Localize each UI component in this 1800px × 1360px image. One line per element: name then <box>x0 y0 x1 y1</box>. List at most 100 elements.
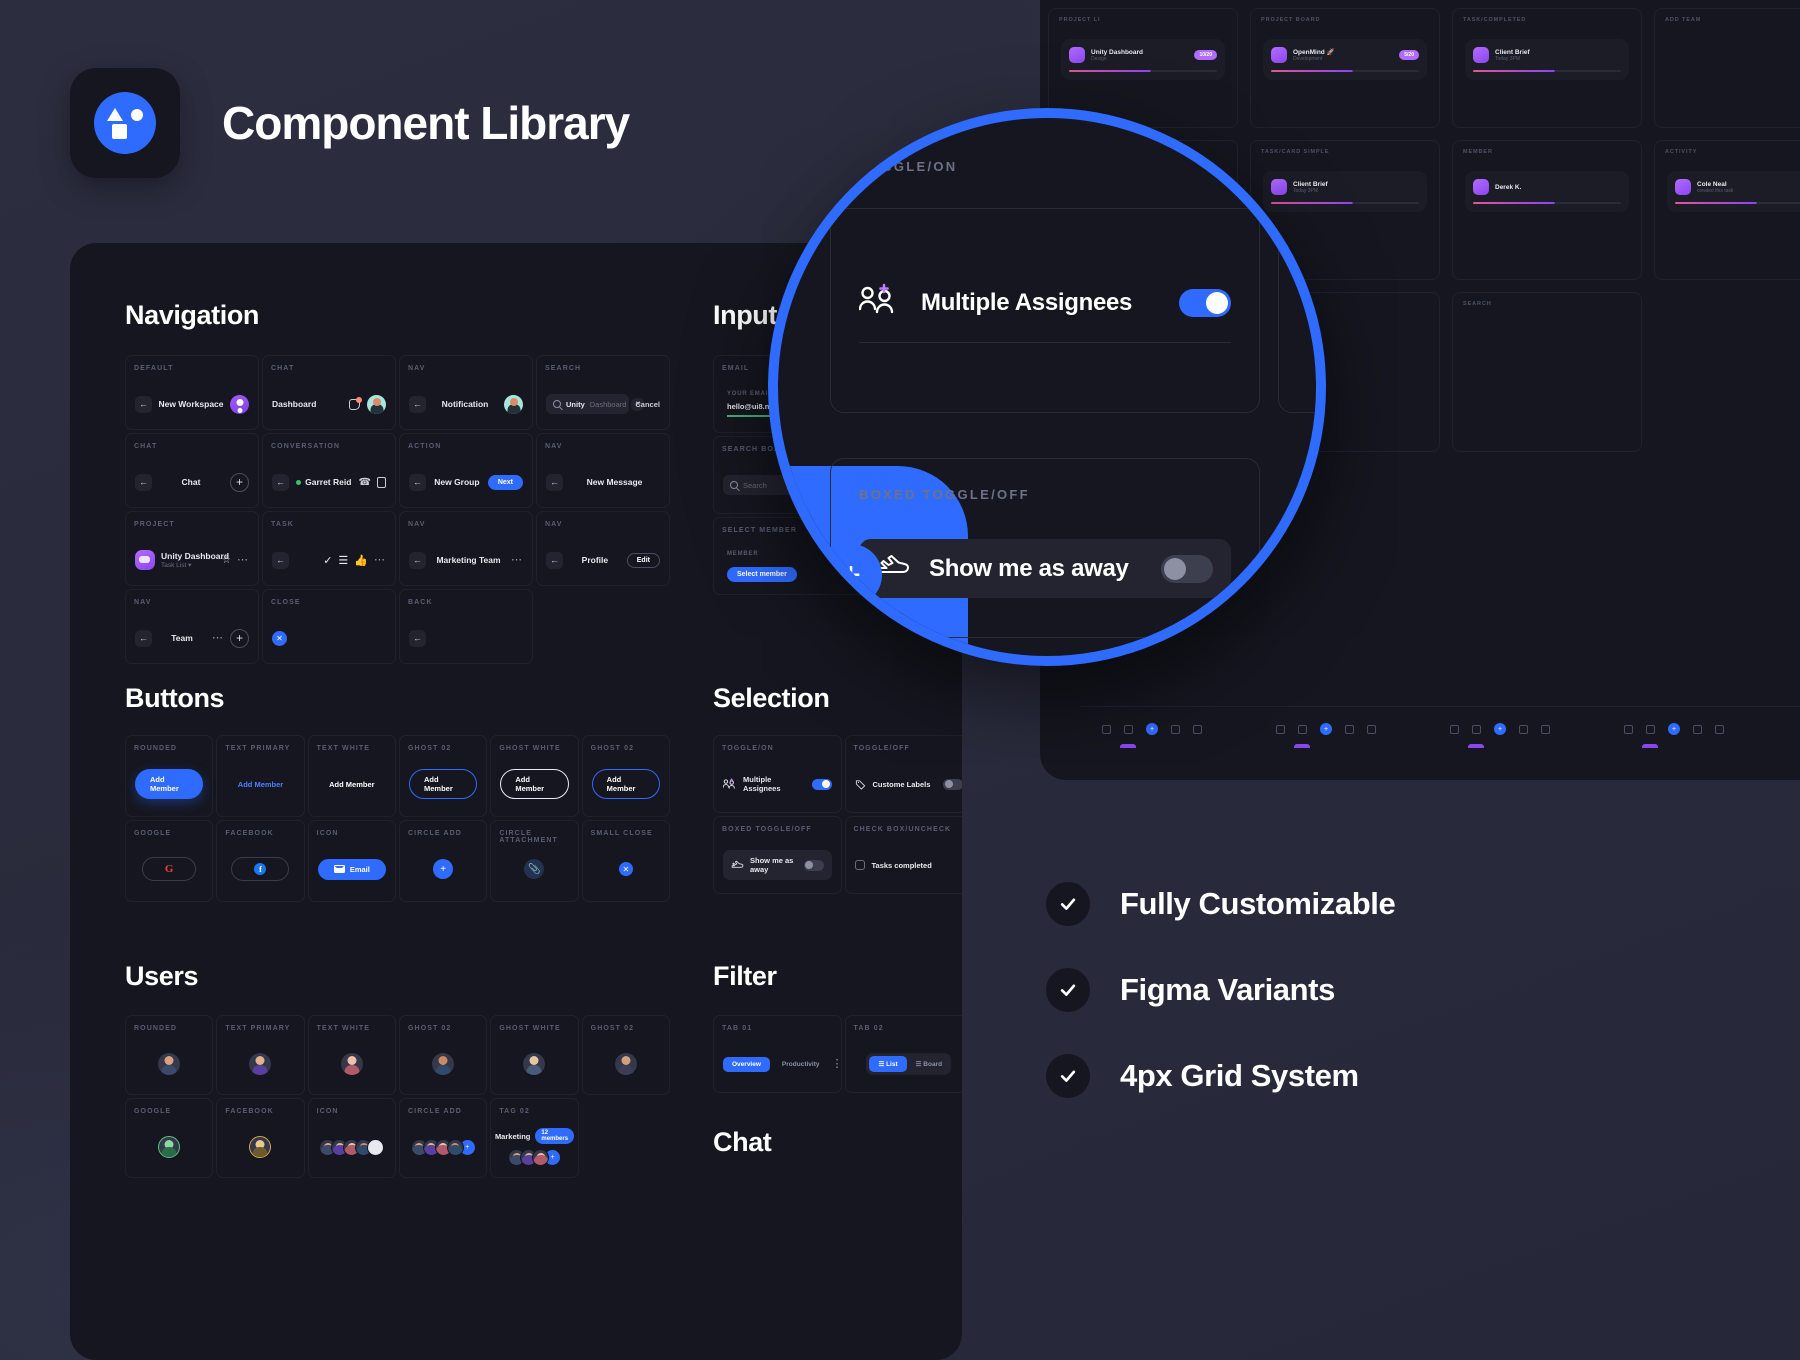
toggle-switch[interactable] <box>812 779 832 790</box>
avatar-stack[interactable]: + <box>411 1139 476 1156</box>
bell-badge-icon[interactable] <box>348 398 361 411</box>
avatar[interactable] <box>447 1139 464 1156</box>
star-add-icon[interactable]: ☆ <box>222 555 231 566</box>
user-card[interactable]: TAG 02 Marketing 12 members + <box>490 1098 578 1178</box>
button-card[interactable]: GHOST WHITE Add Member <box>490 735 578 817</box>
avatar[interactable] <box>615 1053 637 1075</box>
filter-card[interactable]: TAB 02 ☰ List☰ Board <box>845 1015 963 1093</box>
back-arrow-icon[interactable]: ← <box>135 396 152 413</box>
search-input[interactable]: Unity Dashboard ✕ <box>546 394 629 414</box>
nav-icon[interactable] <box>1298 725 1307 734</box>
view-tab[interactable]: ☰ List <box>869 1056 906 1072</box>
add-member-button[interactable]: Add Member <box>238 780 283 789</box>
edit-button[interactable]: Edit <box>627 553 660 568</box>
avatar[interactable] <box>249 1136 271 1158</box>
nav-card[interactable]: DEFAULT ←New Workspace <box>125 355 259 430</box>
button-card[interactable]: CIRCLE ATTACHMENT 📎 <box>490 820 578 902</box>
user-card[interactable]: GHOST 02 <box>582 1015 670 1095</box>
avatar[interactable] <box>532 1149 549 1166</box>
avatar[interactable] <box>158 1136 180 1158</box>
back-arrow-icon[interactable]: ← <box>272 552 289 569</box>
nav-icon[interactable] <box>1193 725 1202 734</box>
nav-card[interactable]: NAV ←Marketing Team⋯ <box>399 511 533 586</box>
back-arrow-icon[interactable]: ← <box>409 474 426 491</box>
avatar[interactable] <box>367 395 386 414</box>
user-card[interactable]: CIRCLE ADD + <box>399 1098 487 1178</box>
facebook-signin-button[interactable]: f <box>231 857 289 881</box>
nav-icon[interactable] <box>1345 725 1354 734</box>
circle-attachment-button[interactable]: 📎 <box>524 859 544 879</box>
avatar[interactable] <box>230 395 249 414</box>
boxed-toggle-switch[interactable] <box>1161 555 1213 583</box>
add-member-button[interactable]: Add Member <box>500 769 568 799</box>
user-card[interactable]: TEXT PRIMARY <box>216 1015 304 1095</box>
user-card[interactable]: ICON <box>308 1098 396 1178</box>
toggle-row[interactable]: Custome Labels <box>855 779 963 790</box>
avatar[interactable] <box>249 1053 271 1075</box>
nav-icon[interactable] <box>1541 725 1550 734</box>
close-blue-icon[interactable]: ✕ <box>272 631 287 646</box>
button-card[interactable]: FACEBOOK f <box>216 820 304 902</box>
thumb-up-icon[interactable]: 👍 <box>354 554 368 567</box>
nav-card[interactable]: BACK ← <box>399 589 533 664</box>
google-signin-button[interactable]: G <box>142 857 197 881</box>
filter-tab[interactable]: Productivity <box>776 1057 826 1072</box>
button-card[interactable]: TEXT WHITE Add Member <box>308 735 396 817</box>
nav-card[interactable]: SEARCH Unity Dashboard ✕ Cancel <box>536 355 670 430</box>
nav-icon[interactable] <box>1472 725 1481 734</box>
user-card[interactable]: TEXT WHITE <box>308 1015 396 1095</box>
avatar[interactable] <box>341 1053 363 1075</box>
nav-card[interactable]: NAV ←Notification <box>399 355 533 430</box>
nav-card[interactable]: CHAT ←Chat+ <box>125 433 259 508</box>
back-arrow-icon[interactable]: ← <box>546 474 563 491</box>
nav-card[interactable]: CHAT Dashboard <box>262 355 396 430</box>
user-card[interactable]: FACEBOOK <box>216 1098 304 1178</box>
back-arrow-icon[interactable]: ← <box>409 630 426 647</box>
nav-icon[interactable] <box>1693 725 1702 734</box>
nav-card[interactable]: CONVERSATION ← Garret Reid ☎ <box>262 433 396 508</box>
boxed-toggle-row[interactable]: Show me as away <box>723 850 832 880</box>
back-arrow-icon[interactable]: ← <box>409 552 426 569</box>
avatar-stack[interactable]: + <box>508 1149 561 1166</box>
nav-add-icon[interactable]: + <box>1494 723 1506 735</box>
avatar-stack[interactable] <box>319 1139 384 1156</box>
add-fab-button[interactable]: + <box>820 544 882 606</box>
cancel-button[interactable]: Cancel <box>635 400 660 409</box>
button-card[interactable]: GOOGLE G <box>125 820 213 902</box>
plus-circle-icon[interactable]: + <box>230 473 249 492</box>
nav-add-icon[interactable]: + <box>1146 723 1158 735</box>
nav-icon[interactable] <box>1124 725 1133 734</box>
circle-add-button[interactable]: + <box>433 859 453 879</box>
nav-icon[interactable] <box>1171 725 1180 734</box>
nav-card[interactable]: ACTION ←New Group Next <box>399 433 533 508</box>
avatar[interactable] <box>504 395 523 414</box>
phone-icon[interactable]: ☎ <box>359 477 371 488</box>
selection-card[interactable]: BOXED TOGGLE/OFF Show me as away <box>713 816 842 894</box>
filter-card[interactable]: TAB 01 OverviewProductivity ⋮ <box>713 1015 842 1093</box>
user-card[interactable]: ROUNDED <box>125 1015 213 1095</box>
nav-card[interactable]: PROJECT Unity Dashboard Task List ▾ ☆⋯ <box>125 511 259 586</box>
nav-icon[interactable] <box>1715 725 1724 734</box>
boxed-toggle-row[interactable]: Show me as away <box>859 539 1231 598</box>
avatar[interactable] <box>158 1053 180 1075</box>
nav-icon[interactable] <box>1624 725 1633 734</box>
filter-icon[interactable]: ☰ <box>338 554 348 567</box>
nav-add-icon[interactable]: + <box>1668 723 1680 735</box>
add-member-button[interactable]: Add Member <box>409 769 477 799</box>
back-arrow-icon[interactable]: ← <box>272 474 289 491</box>
nav-card[interactable]: NAV ←New Message <box>536 433 670 508</box>
toggle-switch[interactable] <box>804 860 824 871</box>
back-arrow-icon[interactable]: ← <box>546 552 563 569</box>
nav-add-icon[interactable]: + <box>1320 723 1332 735</box>
plus-circle-icon[interactable]: + <box>230 629 249 648</box>
add-member-button[interactable]: Add Member <box>135 769 203 799</box>
nav-icon[interactable] <box>1519 725 1528 734</box>
nav-icon[interactable] <box>1367 725 1376 734</box>
nav-card[interactable]: NAV ←Team⋯+ <box>125 589 259 664</box>
avatar[interactable] <box>523 1053 545 1075</box>
user-card[interactable]: GHOST 02 <box>399 1015 487 1095</box>
next-button[interactable]: Next <box>488 475 523 490</box>
selection-card[interactable]: TOGGLE/ON Multiple Assignees <box>713 735 842 813</box>
avatar[interactable] <box>367 1139 384 1156</box>
toggle-row[interactable]: Tasks completed <box>855 860 963 870</box>
